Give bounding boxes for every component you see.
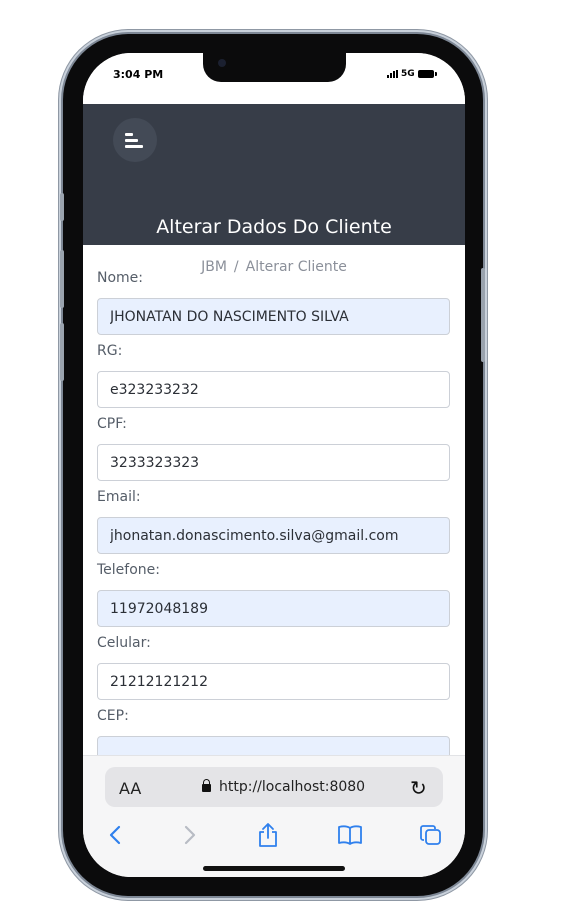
address-bar[interactable]: AA http://localhost:8080 ↻	[105, 767, 443, 807]
status-indicators: 5G	[387, 69, 437, 79]
chevron-left-icon	[109, 825, 121, 845]
rg-input[interactable]	[97, 371, 450, 408]
share-button[interactable]	[253, 820, 283, 850]
forward-button[interactable]	[175, 820, 205, 850]
bookmarks-button[interactable]	[335, 820, 365, 850]
mute-switch	[60, 193, 64, 221]
celular-label: Celular:	[97, 635, 151, 651]
notch	[203, 53, 346, 82]
volume-down-button	[60, 323, 64, 381]
battery-icon	[417, 70, 437, 78]
email-label: Email:	[97, 489, 141, 505]
network-type: 5G	[401, 69, 415, 79]
telefone-input[interactable]	[97, 590, 450, 627]
camera-icon	[218, 59, 226, 67]
chevron-right-icon	[184, 825, 196, 845]
tabs-icon	[420, 825, 441, 845]
back-button[interactable]	[100, 820, 130, 850]
cpf-label: CPF:	[97, 416, 127, 432]
email-input[interactable]	[97, 517, 450, 554]
lock-icon	[202, 779, 211, 792]
power-button	[481, 268, 485, 362]
volume-up-button	[60, 250, 64, 308]
nome-input[interactable]	[97, 298, 450, 335]
home-indicator[interactable]	[203, 866, 345, 871]
nome-label: Nome:	[97, 270, 144, 286]
phone-screen: 3:04 PM 5G Alterar Dados Do Cliente JBM /…	[83, 53, 465, 877]
signal-icon	[387, 70, 398, 78]
cep-label: CEP:	[97, 708, 129, 724]
status-bar: 3:04 PM 5G	[83, 53, 465, 104]
page-title: Alterar Dados Do Cliente	[156, 216, 392, 238]
text-size-button[interactable]: AA	[119, 779, 141, 798]
client-form: Nome: RG: CPF: Email: Telefone: Celular:…	[97, 267, 450, 778]
tabs-button[interactable]	[416, 820, 446, 850]
url-text[interactable]: http://localhost:8080	[219, 779, 365, 795]
reload-icon[interactable]: ↻	[410, 776, 427, 800]
menu-icon	[125, 133, 145, 149]
book-icon	[338, 825, 362, 845]
rg-label: RG:	[97, 343, 123, 359]
page-header: Alterar Dados Do Cliente JBM / Alterar Cli…	[83, 104, 465, 275]
telefone-label: Telefone:	[97, 562, 160, 578]
browser-toolbar: AA http://localhost:8080 ↻	[83, 755, 465, 877]
cpf-input[interactable]	[97, 444, 450, 481]
status-time: 3:04 PM	[113, 68, 164, 81]
celular-input[interactable]	[97, 663, 450, 700]
share-icon	[259, 823, 277, 847]
menu-button[interactable]	[113, 118, 157, 162]
